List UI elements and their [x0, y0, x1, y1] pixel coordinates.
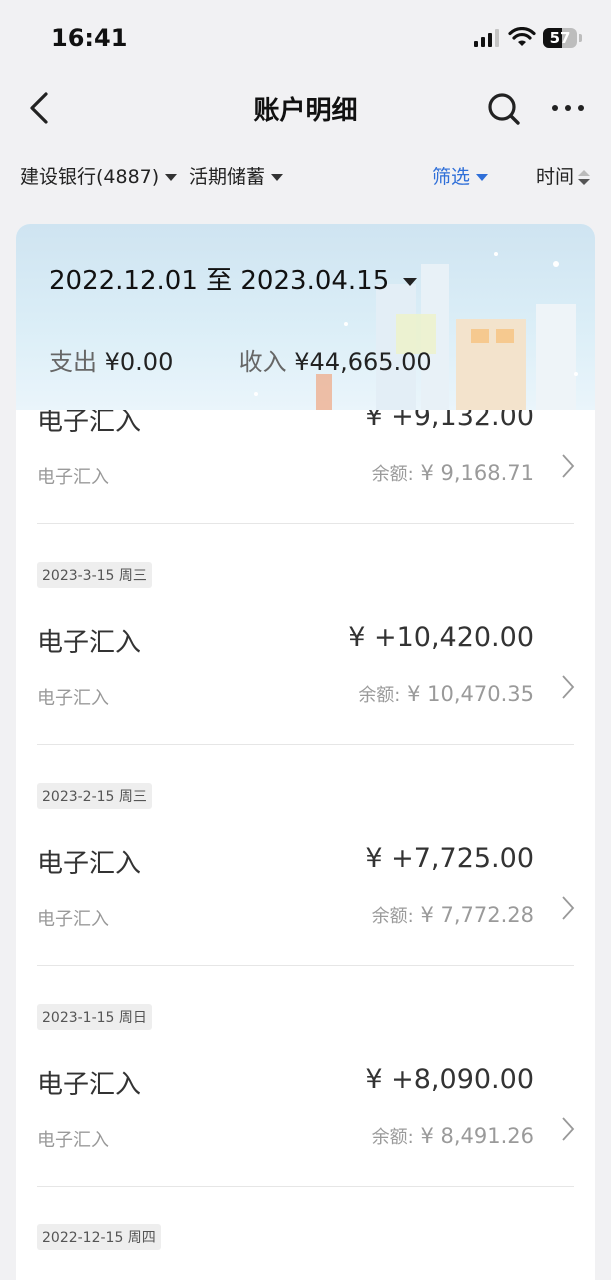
transaction-date-tag: 2023-3-15 周三 [37, 562, 152, 588]
transaction-date-tag: 2023-1-15 周日 [37, 1004, 152, 1030]
transaction-amount: ¥ +8,090.00 [365, 1064, 534, 1095]
filter-button[interactable]: 筛选 [432, 162, 489, 189]
account-type-selector[interactable]: 活期储蓄 [189, 162, 284, 189]
divider [37, 965, 574, 966]
sort-icon [578, 169, 591, 186]
transaction-amount: ¥ +10,420.00 [348, 622, 534, 653]
summary-totals: 支出 ¥0.00 收入 ¥44,665.00 [49, 342, 432, 377]
filter-bar: 建设银行(4887) 活期储蓄 筛选 时间 [0, 150, 611, 198]
more-options-icon[interactable] [550, 96, 586, 120]
caret-down-icon [476, 174, 489, 181]
balance-label: 余额: [371, 1127, 414, 1148]
income-label: 收入 [238, 348, 287, 376]
account-label: 建设银行(4887) [20, 166, 160, 188]
transaction-subtitle: 电子汇入 [37, 1130, 109, 1151]
transaction-item[interactable]: 2023-3-15 周三 电子汇入 ¥ +10,420.00 电子汇入 余额: … [16, 562, 595, 782]
divider [37, 744, 574, 745]
income-value: ¥44,665.00 [294, 348, 432, 376]
transaction-item[interactable]: 2023-1-15 周日 电子汇入 ¥ +8,090.00 电子汇入 余额: ¥… [16, 1004, 595, 1224]
balance-label: 余额: [358, 685, 401, 706]
summary-banner: 2022.12.01 至 2023.04.15 支出 ¥0.00 收入 ¥44,… [16, 224, 595, 410]
balance-value: ¥ 7,772.28 [420, 903, 534, 927]
chevron-right-icon [562, 1117, 575, 1141]
wifi-icon [508, 27, 536, 46]
balance-label: 余额: [371, 906, 414, 927]
account-selector[interactable]: 建设银行(4887) [20, 162, 178, 189]
status-bar: 16:41 57 [0, 0, 611, 76]
caret-down-icon [271, 174, 284, 181]
battery-tip [579, 34, 582, 42]
sort-by-time-button[interactable]: 时间 [536, 162, 591, 189]
date-range-label: 2022.12.01 至 2023.04.15 [49, 266, 390, 296]
transaction-date-tag: 2023-2-15 周三 [37, 783, 152, 809]
caret-down-icon [403, 277, 418, 286]
filter-label: 筛选 [432, 166, 471, 188]
nav-bar: 账户明细 [0, 76, 611, 140]
winter-scene-decoration [254, 252, 578, 410]
status-time: 16:41 [51, 24, 128, 52]
expense-label: 支出 [49, 348, 97, 376]
balance-value: ¥ 9,168.71 [420, 461, 534, 485]
transaction-name: 电子汇入 [37, 1070, 142, 1100]
chevron-right-icon [562, 454, 575, 478]
transaction-balance: 余额: ¥ 8,491.26 [372, 1123, 534, 1149]
battery-icon: 57 [543, 28, 577, 48]
account-type-label: 活期储蓄 [189, 166, 266, 188]
transaction-subtitle: 电子汇入 [37, 467, 109, 488]
transactions-card: 2022.12.01 至 2023.04.15 支出 ¥0.00 收入 ¥44,… [16, 224, 595, 1280]
transaction-balance: 余额: ¥ 9,168.71 [372, 460, 534, 486]
transaction-amount: ¥ +7,725.00 [365, 843, 534, 874]
transaction-subtitle: 电子汇入 [37, 688, 109, 709]
divider [37, 523, 574, 524]
date-range-selector[interactable]: 2022.12.01 至 2023.04.15 [49, 260, 418, 297]
transaction-balance: 余额: ¥ 7,772.28 [372, 902, 534, 928]
chevron-right-icon [562, 675, 575, 699]
transaction-name: 电子汇入 [37, 628, 142, 658]
transaction-subtitle: 电子汇入 [37, 909, 109, 930]
chevron-right-icon [562, 896, 575, 920]
transaction-balance: 余额: ¥ 10,470.35 [358, 681, 534, 707]
transaction-name: 电子汇入 [37, 849, 142, 879]
cellular-signal-icon [474, 29, 499, 47]
transaction-item[interactable]: 2023-2-15 周三 电子汇入 ¥ +7,725.00 电子汇入 余额: ¥… [16, 783, 595, 1003]
caret-down-icon [165, 174, 178, 181]
balance-label: 余额: [371, 464, 414, 485]
transaction-date-tag: 2022-12-15 周四 [37, 1224, 161, 1250]
balance-value: ¥ 10,470.35 [407, 682, 534, 706]
sort-label: 时间 [536, 166, 575, 188]
divider [37, 1186, 574, 1187]
balance-value: ¥ 8,491.26 [420, 1124, 534, 1148]
battery-percent: 57 [549, 29, 571, 47]
search-icon[interactable] [486, 91, 522, 127]
expense-value: ¥0.00 [104, 348, 174, 376]
